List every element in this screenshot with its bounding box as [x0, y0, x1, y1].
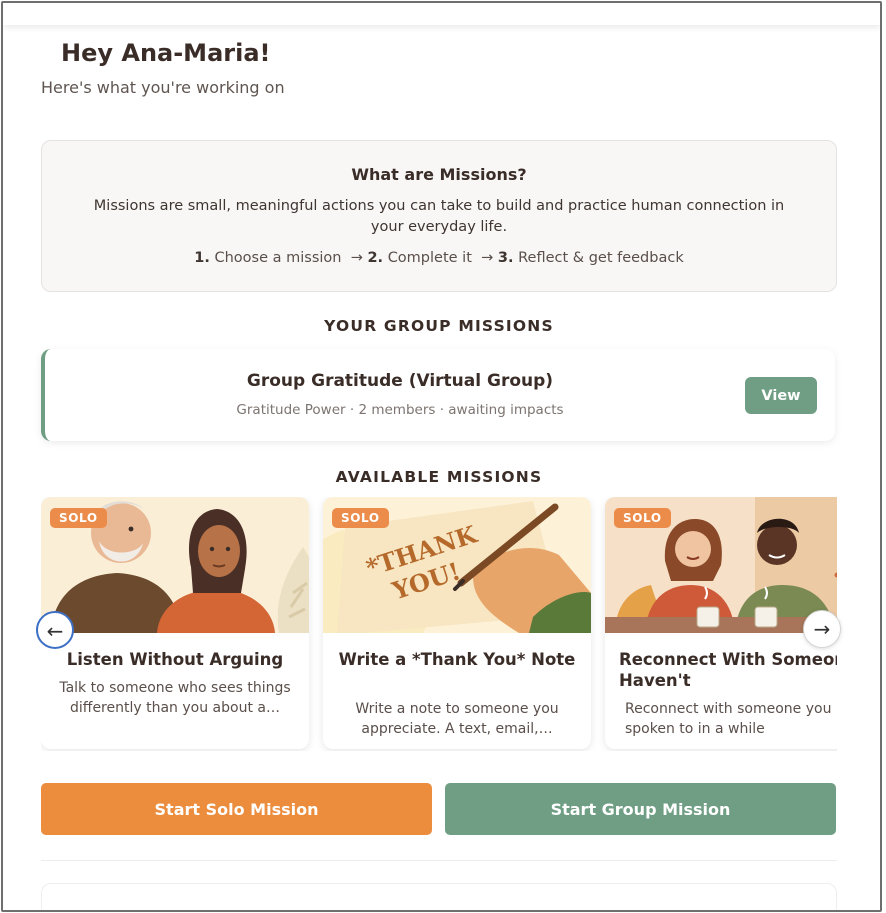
carousel-prev-icon[interactable]: ←	[36, 611, 74, 649]
group-missions-heading: YOUR GROUP MISSIONS	[324, 317, 554, 335]
step-1-label: Choose a mission	[214, 250, 342, 266]
group-mission-card[interactable]: Group Gratitude (Virtual Group) Gratitud…	[41, 349, 835, 441]
top-bar	[3, 3, 880, 25]
mission-card-thank-you[interactable]: *THANKYOU! SOLO Write a *Thank You* Note…	[323, 497, 591, 749]
start-solo-mission-button[interactable]: Start Solo Mission	[41, 783, 432, 835]
view-button[interactable]: View	[745, 377, 817, 414]
info-description: Missions are small, meaningful actions y…	[93, 198, 785, 235]
missions-info-card: What are Missions? Missions are small, m…	[41, 140, 837, 292]
solo-badge: SOLO	[332, 508, 389, 528]
mission-description: Talk to someone who sees things differen…	[59, 680, 291, 716]
mission-description: Reconnect with someone you haven't spoke…	[625, 701, 837, 737]
solo-badge: SOLO	[614, 508, 671, 528]
solo-badge: SOLO	[50, 508, 107, 528]
mission-card-listen[interactable]: SOLO Listen Without Arguing Talk to some…	[41, 497, 309, 749]
step-1-number: 1.	[194, 250, 210, 266]
page-subtitle: Here's what you're working on	[41, 78, 285, 97]
step-arrow-icon: →	[350, 250, 363, 266]
missions-carousel[interactable]: SOLO Listen Without Arguing Talk to some…	[41, 497, 837, 751]
step-3-number: 3.	[497, 250, 514, 266]
mission-title: Reconnect With Someone You Haven't	[619, 650, 837, 690]
step-2-label: Complete it	[387, 250, 472, 266]
page-title: Hey Ana-Maria!	[61, 39, 271, 67]
start-group-mission-button[interactable]: Start Group Mission	[445, 783, 836, 835]
group-mission-title: Group Gratitude (Virtual Group)	[246, 371, 554, 391]
app-frame: Hey Ana-Maria! Here's what you're workin…	[1, 1, 882, 912]
section-divider	[41, 860, 837, 861]
group-mission-meta: Gratitude Power · 2 members · awaiting i…	[236, 402, 564, 418]
step-3-label: Reflect & get feedback	[518, 250, 684, 266]
step-2-number: 2.	[367, 250, 384, 266]
step-arrow-icon: →	[481, 250, 494, 266]
next-section-card	[41, 883, 837, 910]
carousel-next-icon[interactable]: →	[803, 610, 841, 648]
available-missions-heading: AVAILABLE MISSIONS	[335, 468, 543, 486]
mission-description: Write a note to someone you appreciate. …	[355, 701, 559, 737]
mission-title: Write a *Thank You* Note	[338, 650, 576, 669]
info-title: What are Missions?	[351, 165, 527, 184]
steps-row: 1. Choose a mission → 2. Complete it → 3…	[42, 250, 836, 266]
mission-title: Listen Without Arguing	[66, 650, 284, 669]
mission-card-reconnect[interactable]: SOLO Reconnect With Someone You Haven't …	[605, 497, 837, 749]
